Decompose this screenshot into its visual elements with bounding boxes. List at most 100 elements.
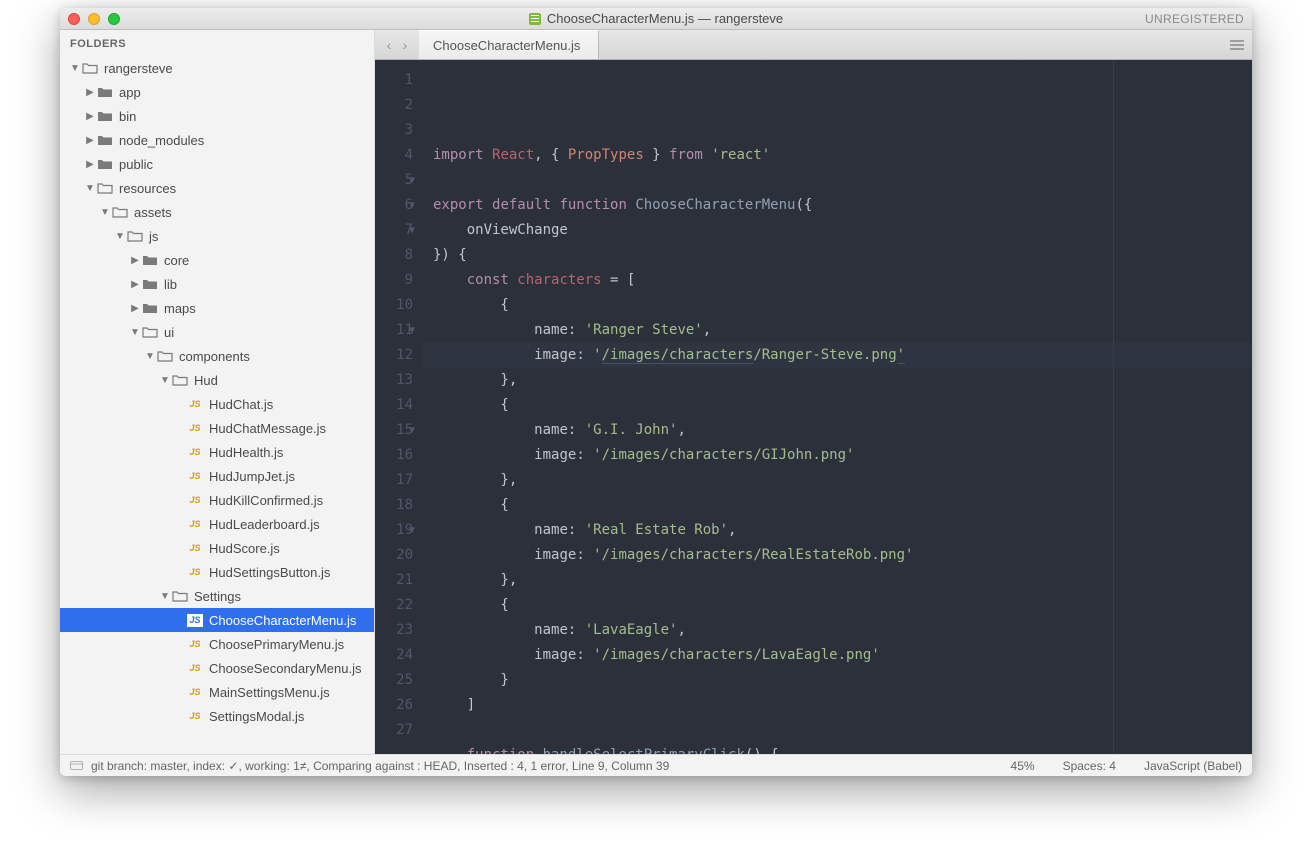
file-row[interactable]: JSChooseSecondaryMenu.js [60, 656, 374, 680]
folder-row[interactable]: ▼Hud [60, 368, 374, 392]
folder-row[interactable]: ▼js [60, 224, 374, 248]
sidebar[interactable]: FOLDERS ▼rangersteve▶app▶bin▶node_module… [60, 30, 375, 754]
close-window-button[interactable] [68, 13, 80, 25]
file-row[interactable]: JSHudSettingsButton.js [60, 560, 374, 584]
line-number[interactable]: 7▼ [375, 218, 413, 243]
fold-arrow-icon[interactable]: ▼ [409, 418, 415, 443]
disclosure-arrow-icon[interactable]: ▶ [128, 255, 142, 266]
disclosure-arrow-icon[interactable]: ▼ [128, 327, 142, 338]
code-editor[interactable]: 12345▼6▼7▼891011▼12131415▼16171819▼20212… [375, 60, 1252, 754]
file-row[interactable]: JSMainSettingsMenu.js [60, 680, 374, 704]
code-line[interactable]: name: 'Ranger Steve', [433, 318, 1242, 343]
folder-row[interactable]: ▶maps [60, 296, 374, 320]
line-number[interactable]: 23 [375, 618, 413, 643]
line-number[interactable]: 10 [375, 293, 413, 318]
code-line[interactable]: name: 'LavaEagle', [433, 618, 1242, 643]
file-row[interactable]: JSHudChat.js [60, 392, 374, 416]
folder-row[interactable]: ▼components [60, 344, 374, 368]
code-line[interactable]: onViewChange [433, 218, 1242, 243]
minimize-window-button[interactable] [88, 13, 100, 25]
status-percent[interactable]: 45% [1011, 759, 1035, 773]
line-number[interactable]: 3 [375, 118, 413, 143]
disclosure-arrow-icon[interactable]: ▼ [158, 375, 172, 386]
line-number[interactable]: 6▼ [375, 193, 413, 218]
disclosure-arrow-icon[interactable]: ▶ [128, 303, 142, 314]
line-number[interactable]: 14 [375, 393, 413, 418]
file-row[interactable]: JSChooseCharacterMenu.js [60, 608, 374, 632]
folder-row[interactable]: ▼resources [60, 176, 374, 200]
disclosure-arrow-icon[interactable]: ▶ [128, 279, 142, 290]
code-line[interactable]: image: '/images/characters/GIJohn.png' [433, 443, 1242, 468]
code-line[interactable]: name: 'Real Estate Rob', [433, 518, 1242, 543]
code-line[interactable]: }, [433, 568, 1242, 593]
folder-row[interactable]: ▼rangersteve [60, 56, 374, 80]
tabbar-menu-button[interactable] [1222, 30, 1252, 59]
fold-arrow-icon[interactable]: ▼ [409, 518, 415, 543]
tab-back-button[interactable]: ‹ [383, 37, 395, 53]
tab-forward-button[interactable]: › [399, 37, 411, 53]
fold-arrow-icon[interactable]: ▼ [409, 193, 415, 218]
line-number[interactable]: 2 [375, 93, 413, 118]
fold-arrow-icon[interactable]: ▼ [409, 318, 415, 343]
code-line[interactable]: { [433, 293, 1242, 318]
status-spaces[interactable]: Spaces: 4 [1063, 759, 1116, 773]
folder-row[interactable]: ▶lib [60, 272, 374, 296]
code-line[interactable]: { [433, 393, 1242, 418]
folder-row[interactable]: ▼assets [60, 200, 374, 224]
code-line[interactable]: const characters = [ [433, 268, 1242, 293]
folder-row[interactable]: ▶bin [60, 104, 374, 128]
disclosure-arrow-icon[interactable]: ▼ [158, 591, 172, 602]
code-line[interactable]: }, [433, 368, 1242, 393]
line-number[interactable]: 4 [375, 143, 413, 168]
line-number[interactable]: 11▼ [375, 318, 413, 343]
code-line[interactable]: }) { [433, 243, 1242, 268]
code-line[interactable]: { [433, 493, 1242, 518]
disclosure-arrow-icon[interactable]: ▼ [68, 63, 82, 74]
line-number[interactable]: 20 [375, 543, 413, 568]
disclosure-arrow-icon[interactable]: ▼ [113, 231, 127, 242]
line-number[interactable]: 24 [375, 643, 413, 668]
zoom-window-button[interactable] [108, 13, 120, 25]
line-number[interactable]: 16 [375, 443, 413, 468]
code-line[interactable] [433, 718, 1242, 743]
file-row[interactable]: JSHudKillConfirmed.js [60, 488, 374, 512]
code-line[interactable] [433, 168, 1242, 193]
disclosure-arrow-icon[interactable]: ▼ [98, 207, 112, 218]
file-row[interactable]: JSSettingsModal.js [60, 704, 374, 728]
file-row[interactable]: JSHudLeaderboard.js [60, 512, 374, 536]
folder-row[interactable]: ▶public [60, 152, 374, 176]
file-row[interactable]: JSHudHealth.js [60, 440, 374, 464]
status-lang[interactable]: JavaScript (Babel) [1144, 759, 1242, 773]
file-row[interactable]: JSHudJumpJet.js [60, 464, 374, 488]
line-number[interactable]: 12 [375, 343, 413, 368]
fold-arrow-icon[interactable]: ▼ [409, 168, 415, 193]
line-number[interactable]: 5▼ [375, 168, 413, 193]
folder-row[interactable]: ▶node_modules [60, 128, 374, 152]
line-number[interactable]: 18 [375, 493, 413, 518]
code-line[interactable]: image: '/images/characters/Ranger-Steve.… [423, 343, 1252, 368]
fold-arrow-icon[interactable]: ▼ [409, 218, 415, 243]
line-number[interactable]: 9 [375, 268, 413, 293]
file-row[interactable]: JSChoosePrimaryMenu.js [60, 632, 374, 656]
line-number[interactable]: 17 [375, 468, 413, 493]
code-content[interactable]: import React, { PropTypes } from 'react'… [423, 60, 1252, 754]
code-line[interactable]: { [433, 593, 1242, 618]
disclosure-arrow-icon[interactable]: ▶ [83, 135, 97, 146]
code-line[interactable]: } [433, 668, 1242, 693]
disclosure-arrow-icon[interactable]: ▶ [83, 159, 97, 170]
code-line[interactable]: export default function ChooseCharacterM… [433, 193, 1242, 218]
line-number[interactable]: 1 [375, 68, 413, 93]
disclosure-arrow-icon[interactable]: ▼ [83, 183, 97, 194]
line-number[interactable]: 22 [375, 593, 413, 618]
titlebar[interactable]: ChooseCharacterMenu.js — rangersteve UNR… [60, 8, 1252, 30]
folder-row[interactable]: ▶app [60, 80, 374, 104]
folder-row[interactable]: ▼Settings [60, 584, 374, 608]
code-line[interactable]: image: '/images/characters/LavaEagle.png… [433, 643, 1242, 668]
line-number[interactable]: 26 [375, 693, 413, 718]
line-number[interactable]: 21 [375, 568, 413, 593]
folder-row[interactable]: ▶core [60, 248, 374, 272]
disclosure-arrow-icon[interactable]: ▶ [83, 87, 97, 98]
line-number[interactable]: 8 [375, 243, 413, 268]
file-row[interactable]: JSHudScore.js [60, 536, 374, 560]
line-number[interactable]: 27 [375, 718, 413, 743]
